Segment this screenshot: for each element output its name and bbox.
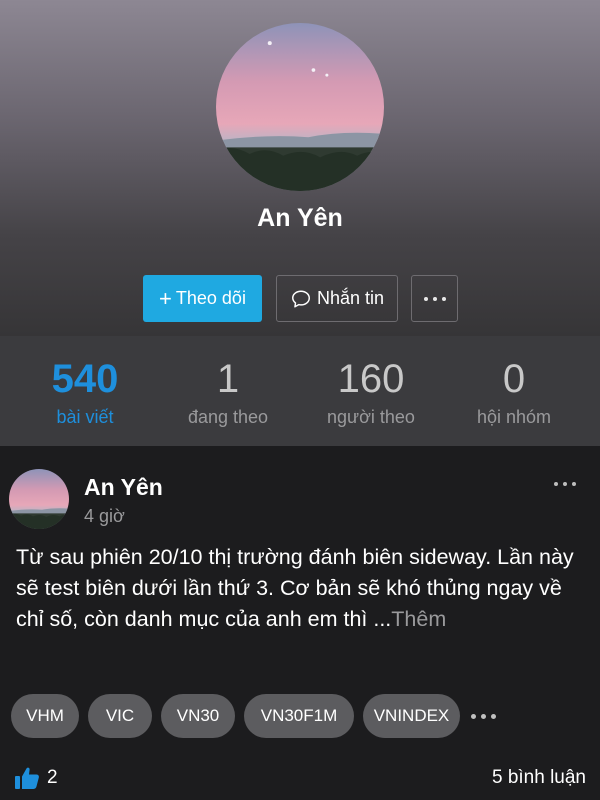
plus-icon: + <box>159 285 172 311</box>
avatar[interactable] <box>216 23 384 191</box>
message-label: Nhắn tin <box>316 288 385 308</box>
chat-bubble-icon <box>291 289 310 308</box>
like-count: 2 <box>47 767 58 788</box>
thumbs-up-icon[interactable] <box>14 766 40 790</box>
stat-posts[interactable]: 540 bài viết <box>10 336 160 428</box>
more-dots-icon <box>554 482 576 486</box>
see-more-link[interactable]: Thêm <box>391 607 446 631</box>
post-text: Từ sau phiên 20/10 thị trường đánh biên … <box>16 545 574 631</box>
more-options-button[interactable] <box>411 275 458 322</box>
tag-chip[interactable]: VHM <box>11 694 79 738</box>
stat-posts-value: 540 <box>51 357 119 401</box>
comment-count[interactable]: 5 bình luận <box>492 767 586 789</box>
tag-chip[interactable]: VNINDEX <box>363 694 460 738</box>
stat-following-value: 1 <box>216 357 240 401</box>
more-dots-icon <box>471 713 496 719</box>
follow-button[interactable]: + Theo dõi <box>143 275 262 322</box>
profile-name: An Yên <box>257 204 343 232</box>
more-dots-icon <box>423 296 446 301</box>
post-menu-button[interactable] <box>548 476 582 492</box>
profile-header: An Yên + Theo dõi Nhắn tin <box>0 0 600 336</box>
stat-groups-value: 0 <box>502 357 526 401</box>
stat-posts-label: bài viết <box>56 407 114 427</box>
post-timestamp: 4 giờ <box>84 506 125 526</box>
post-avatar[interactable] <box>9 469 69 529</box>
tag-chip[interactable]: VIC <box>88 694 152 738</box>
post-body: Từ sau phiên 20/10 thị trường đánh biên … <box>16 542 586 635</box>
stat-followers-label: người theo <box>327 407 415 427</box>
tag-chip[interactable]: VN30F1M <box>244 694 354 738</box>
post-author[interactable]: An Yên <box>84 474 163 501</box>
stat-followers-value: 160 <box>337 357 405 401</box>
avatar-image <box>216 23 384 191</box>
stat-groups[interactable]: 0 hội nhóm <box>439 336 589 428</box>
message-button[interactable]: Nhắn tin <box>276 275 398 322</box>
follow-label: Theo dõi <box>175 288 246 308</box>
stat-following[interactable]: 1 đang theo <box>153 336 303 428</box>
stat-groups-label: hội nhóm <box>476 407 552 427</box>
post-card: An Yên 4 giờ Từ sau phiên 20/10 thị trườ… <box>0 454 600 800</box>
stat-following-label: đang theo <box>187 407 269 427</box>
tag-chip[interactable]: VN30 <box>161 694 235 738</box>
more-tags-button[interactable] <box>471 708 503 724</box>
stat-followers[interactable]: 160 người theo <box>296 336 446 428</box>
post-avatar-image <box>9 469 69 529</box>
profile-stats: 540 bài viết 1 đang theo 160 người theo … <box>0 336 600 446</box>
